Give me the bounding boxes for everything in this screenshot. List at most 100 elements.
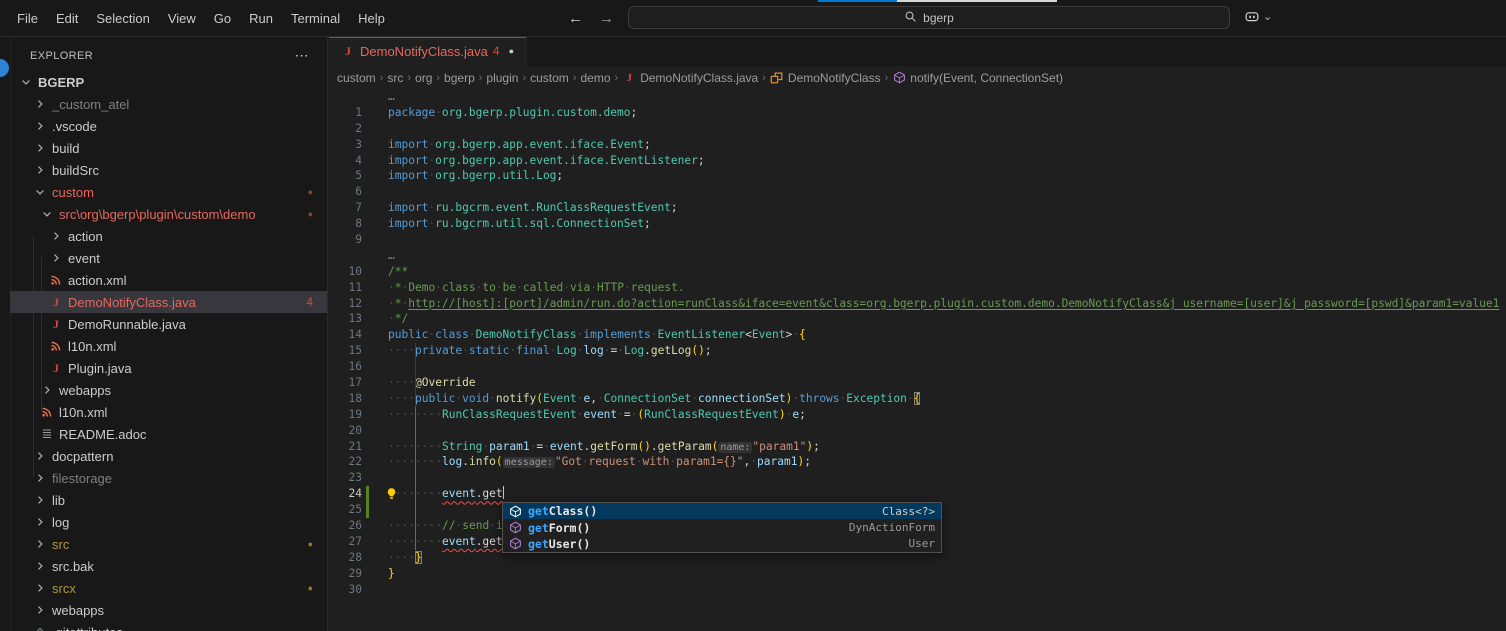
tree-item-action[interactable]: action: [10, 225, 327, 247]
breadcrumb-item-notify-event-connectionset[interactable]: notify(Event, ConnectionSet): [892, 71, 1063, 85]
breadcrumb-label: DemoNotifyClass: [788, 71, 881, 85]
code-line-15: 15····private·static·final·Log·log·=·Log…: [329, 343, 1506, 359]
lightbulb-icon[interactable]: [385, 487, 398, 500]
tree-item-webapps[interactable]: webapps: [10, 379, 327, 401]
menu-view[interactable]: View: [159, 0, 205, 36]
code-line-24: 24········event.get: [329, 486, 1506, 502]
menu-help[interactable]: Help: [349, 0, 394, 36]
tree-item-src[interactable]: src●: [10, 533, 327, 555]
line-number: 1: [329, 105, 362, 121]
dirty-dot-icon[interactable]: ●: [509, 46, 514, 56]
tree-item-label: Plugin.java: [68, 361, 132, 376]
menu-run[interactable]: Run: [240, 0, 282, 36]
line-number: 17: [329, 375, 362, 391]
tree-item-demorunnable-java[interactable]: JDemoRunnable.java: [10, 313, 327, 335]
breadcrumb-item-demonotifyclass[interactable]: DemoNotifyClass: [770, 71, 881, 85]
tree-item-custom[interactable]: custom●: [10, 181, 327, 203]
tree-item-label: DemoRunnable.java: [68, 317, 186, 332]
chevron-right-icon: [32, 492, 48, 508]
suggestion-getform[interactable]: getForm()DynActionForm: [503, 519, 941, 535]
breadcrumb-item-custom[interactable]: custom: [337, 71, 376, 85]
tree-item-label: build: [52, 141, 79, 156]
line-number: 2: [329, 121, 362, 137]
tree-item-label: l10n.xml: [59, 405, 107, 420]
tree-item-label: src: [52, 537, 69, 552]
java-file-icon: J: [622, 71, 636, 85]
breadcrumb-label: bgerp: [444, 71, 475, 85]
menu-selection[interactable]: Selection: [87, 0, 158, 36]
tree-item-event[interactable]: event: [10, 247, 327, 269]
breadcrumb-item-bgerp[interactable]: bgerp: [444, 71, 475, 85]
tree-item-lib[interactable]: lib: [10, 489, 327, 511]
code-editor[interactable]: …1package·org.bgerp.plugin.custom.demo;2…: [329, 89, 1506, 598]
breadcrumb-label: DemoNotifyClass.java: [640, 71, 758, 85]
text-cursor: [503, 486, 505, 499]
tree-item-action-xml[interactable]: action.xml: [10, 269, 327, 291]
command-center-search[interactable]: bgerp: [628, 6, 1230, 29]
tree-item-buildsrc[interactable]: buildSrc: [10, 159, 327, 181]
tree-item-webapps[interactable]: webapps: [10, 599, 327, 621]
chevron-down-icon: ⌄: [1263, 10, 1272, 23]
breadcrumb-item-plugin[interactable]: plugin: [486, 71, 518, 85]
tab-label: DemoNotifyClass.java: [360, 44, 488, 59]
tree-item-srcx[interactable]: srcx●: [10, 577, 327, 599]
change-dot: ●: [308, 187, 313, 197]
copilot-menu[interactable]: ⌄: [1244, 0, 1272, 36]
back-button[interactable]: ←: [568, 10, 583, 27]
tab-problem-badge: 4: [493, 44, 500, 58]
title-bar: FileEditSelectionViewGoRunTerminalHelp ←…: [0, 0, 1506, 37]
chevron-right-icon: [48, 228, 64, 244]
menu-terminal[interactable]: Terminal: [282, 0, 349, 36]
tree-item-demonotifyclass-java[interactable]: JDemoNotifyClass.java4: [10, 291, 327, 313]
tree-item-l10n-xml[interactable]: l10n.xml: [10, 335, 327, 357]
line-number: 26: [329, 518, 362, 534]
tree-item-build[interactable]: build: [10, 137, 327, 159]
line-number: 22: [329, 454, 362, 470]
menu-file[interactable]: File: [8, 0, 47, 36]
tab-demonotifyclass[interactable]: J DemoNotifyClass.java 4 ●: [329, 36, 527, 66]
code-line-7: 7import·ru.bgcrm.event.RunClassRequestEv…: [329, 200, 1506, 216]
tree-item-vscode[interactable]: .vscode: [10, 115, 327, 137]
code-line-3: 3import·org.bgerp.app.event.iface.Event;: [329, 137, 1506, 153]
inlay-hint: message:: [503, 457, 555, 468]
method-symbol-icon: [509, 521, 523, 535]
top-accent-white: [897, 0, 1057, 2]
tree-item-src-org-bgerp-plugin-custom-demo[interactable]: src\org\bgerp\plugin\custom\demo●: [10, 203, 327, 225]
tree-item-filestorage[interactable]: filestorage: [10, 467, 327, 489]
breadcrumb-item-src[interactable]: src: [387, 71, 403, 85]
tree-item-bgerp-root[interactable]: BGERP: [10, 71, 327, 93]
tree-item-docpattern[interactable]: docpattern: [10, 445, 327, 467]
suggestion-getuser[interactable]: getUser()User: [503, 536, 941, 552]
breadcrumb-separator: ›: [479, 72, 483, 84]
notification-dot: [0, 59, 9, 77]
tree-item-gitattributes[interactable]: .gitattributes: [10, 621, 327, 631]
tree-item-readme-adoc[interactable]: ≣README.adoc: [10, 423, 327, 445]
code-line-11: 11·*·Demo·class·to·be·called·via·HTTP·re…: [329, 280, 1506, 296]
tree-item-label: lib: [52, 493, 65, 508]
tree-item-plugin-java[interactable]: JPlugin.java: [10, 357, 327, 379]
breadcrumb-label: custom: [337, 71, 376, 85]
chevron-down-icon: [39, 206, 55, 222]
inlay-hint: name:: [718, 442, 752, 453]
breadcrumb-item-org[interactable]: org: [415, 71, 432, 85]
breadcrumb-item-demonotifyclass-java[interactable]: J DemoNotifyClass.java: [622, 71, 758, 85]
more-actions-icon[interactable]: ⋯: [295, 47, 309, 64]
breadcrumb-item-custom[interactable]: custom: [530, 71, 569, 85]
xml-file-icon: [39, 404, 55, 420]
tree-item-l10n-xml[interactable]: l10n.xml: [10, 401, 327, 423]
breadcrumb-item-demo[interactable]: demo: [580, 71, 610, 85]
forward-button[interactable]: →: [599, 10, 614, 27]
suggestion-getclass[interactable]: getClass()Class<?>: [503, 503, 941, 519]
code-line-5: 5import·org.bgerp.util.Log;: [329, 168, 1506, 184]
suggestion-detail: DynActionForm: [849, 521, 935, 534]
menu-edit[interactable]: Edit: [47, 0, 87, 36]
line-number: 30: [329, 582, 362, 598]
tree-item-label: buildSrc: [52, 163, 99, 178]
menu-go[interactable]: Go: [205, 0, 240, 36]
line-number: 10: [329, 264, 362, 280]
tree-item-log[interactable]: log: [10, 511, 327, 533]
tree-item-src-bak[interactable]: src.bak: [10, 555, 327, 577]
code-line-23: 23: [329, 470, 1506, 486]
chevron-down-icon: [32, 184, 48, 200]
tree-item-custom-atel[interactable]: _custom_atel: [10, 93, 327, 115]
